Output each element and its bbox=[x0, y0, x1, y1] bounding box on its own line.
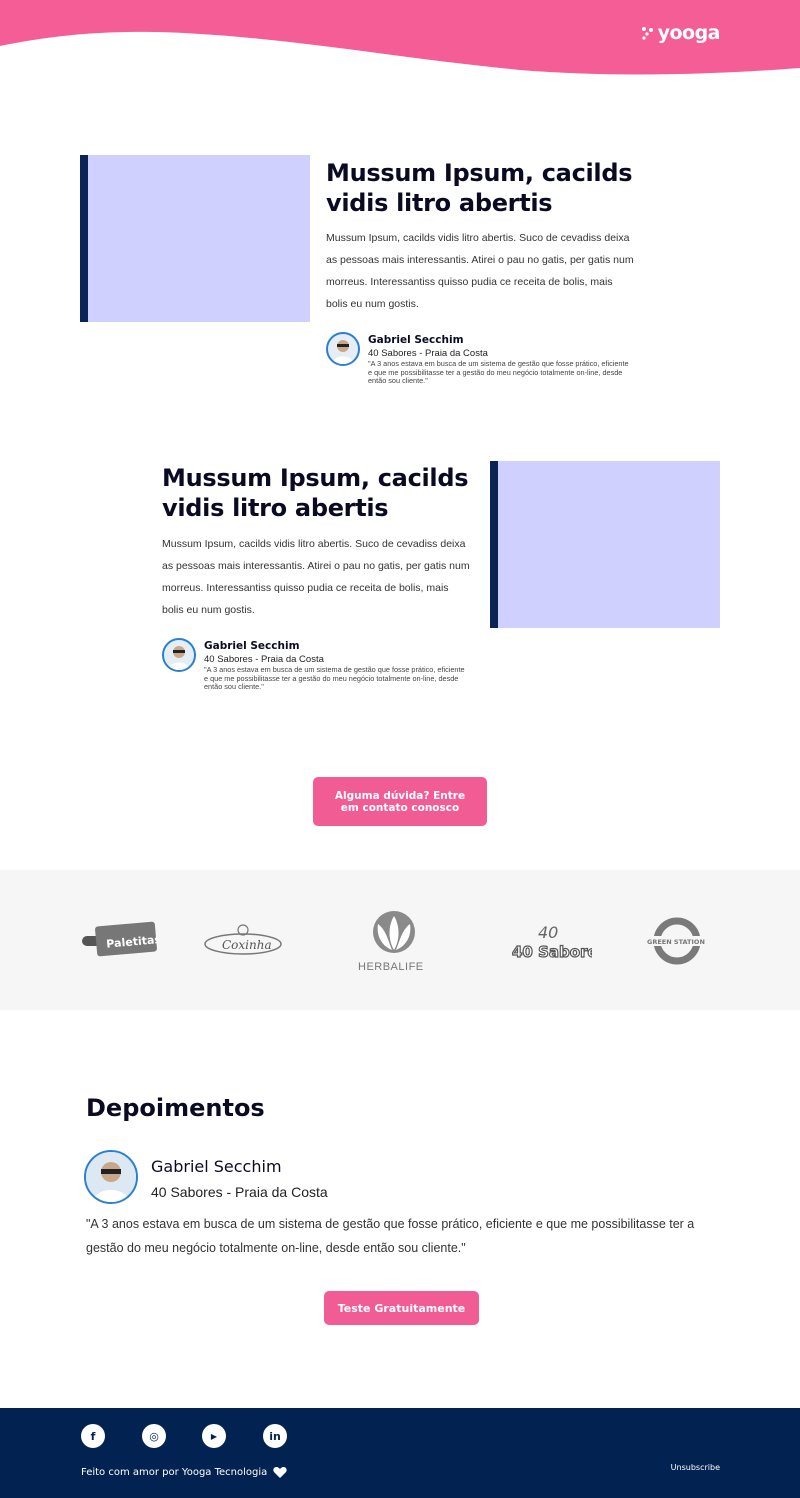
linkedin-icon[interactable]: in bbox=[263, 1424, 287, 1448]
footer-credit: Feito com amor por Yooga Tecnologia bbox=[81, 1466, 287, 1478]
feature-body-2: Mussum Ipsum, cacilds vidis litro aberti… bbox=[162, 538, 470, 616]
header: yooga bbox=[0, 0, 800, 80]
feature-title-2: Mussum Ipsum, cacilds vidis litro aberti… bbox=[162, 464, 469, 522]
40-sabores-logo: 40 40 Sabores bbox=[510, 920, 607, 967]
feature-title-1: Mussum Ipsum, cacilds vidis litro aberti… bbox=[326, 159, 633, 217]
green-station-text: GREEN STATION bbox=[647, 938, 705, 946]
paletitas-logo: Paletitas bbox=[82, 920, 162, 965]
avatar bbox=[84, 1150, 138, 1204]
testimonial-company: 40 Sabores - Praia da Costa bbox=[204, 654, 324, 665]
herbalife-text: HERBALIFE bbox=[358, 961, 424, 972]
contact-button[interactable]: Alguma dúvida? Entre em contato conosco bbox=[313, 777, 487, 826]
feature-image-2 bbox=[490, 461, 720, 628]
feature-testimonial-2: Gabriel Secchim 40 Sabores - Praia da Co… bbox=[162, 638, 472, 698]
feature-image-1 bbox=[80, 155, 310, 322]
footer-made-with: Feito com amor por Yooga Tecnologia bbox=[81, 1466, 268, 1478]
testimonial-name: Gabriel Secchim bbox=[204, 640, 300, 652]
green-station-logo: GREEN STATION bbox=[644, 916, 710, 971]
coxinha-logo: Coxinha bbox=[202, 922, 284, 963]
depoimento-company: 40 Sabores - Praia da Costa bbox=[151, 1184, 328, 1200]
yooga-logo[interactable]: yooga bbox=[641, 22, 721, 44]
depoimento-name: Gabriel Secchim bbox=[151, 1157, 282, 1176]
yooga-logo-icon bbox=[641, 27, 653, 40]
logo-text: yooga bbox=[657, 22, 721, 44]
depoimento-quote: "A 3 anos estava em busca de um sistema … bbox=[86, 1217, 695, 1255]
testimonial-quote: "A 3 anos estava em busca de um sistema … bbox=[204, 665, 465, 691]
testimonial-name: Gabriel Secchim bbox=[368, 334, 464, 346]
unsubscribe-link[interactable]: Unsubscribe bbox=[671, 1463, 720, 1472]
feature-body-1: Mussum Ipsum, cacilds vidis litro aberti… bbox=[326, 232, 634, 310]
feature-testimonial-1: Gabriel Secchim 40 Sabores - Praia da Co… bbox=[326, 332, 636, 392]
client-logos-band: Paletitas Coxinha HERBALIFE 40 40 Sabore… bbox=[0, 870, 800, 1010]
footer: f ◎ ▶ in Feito com amor por Yooga Tecnol… bbox=[0, 1408, 800, 1498]
testimonial-quote: "A 3 anos estava em busca de um sistema … bbox=[368, 359, 629, 385]
svg-text:40: 40 bbox=[538, 923, 558, 942]
avatar bbox=[326, 332, 360, 366]
instagram-icon[interactable]: ◎ bbox=[142, 1424, 166, 1448]
youtube-icon[interactable]: ▶ bbox=[202, 1424, 226, 1448]
testimonial-company: 40 Sabores - Praia da Costa bbox=[368, 348, 488, 359]
depoimentos-title: Depoimentos bbox=[86, 1094, 265, 1122]
coxinha-text: Coxinha bbox=[222, 938, 272, 952]
avatar bbox=[162, 638, 196, 672]
facebook-icon[interactable]: f bbox=[81, 1424, 105, 1448]
40-sabores-text: 40 Sabores bbox=[512, 943, 592, 961]
trial-button[interactable]: Teste Gratuitamente bbox=[324, 1291, 479, 1325]
heart-icon bbox=[273, 1467, 287, 1478]
herbalife-logo: HERBALIFE bbox=[356, 910, 436, 977]
